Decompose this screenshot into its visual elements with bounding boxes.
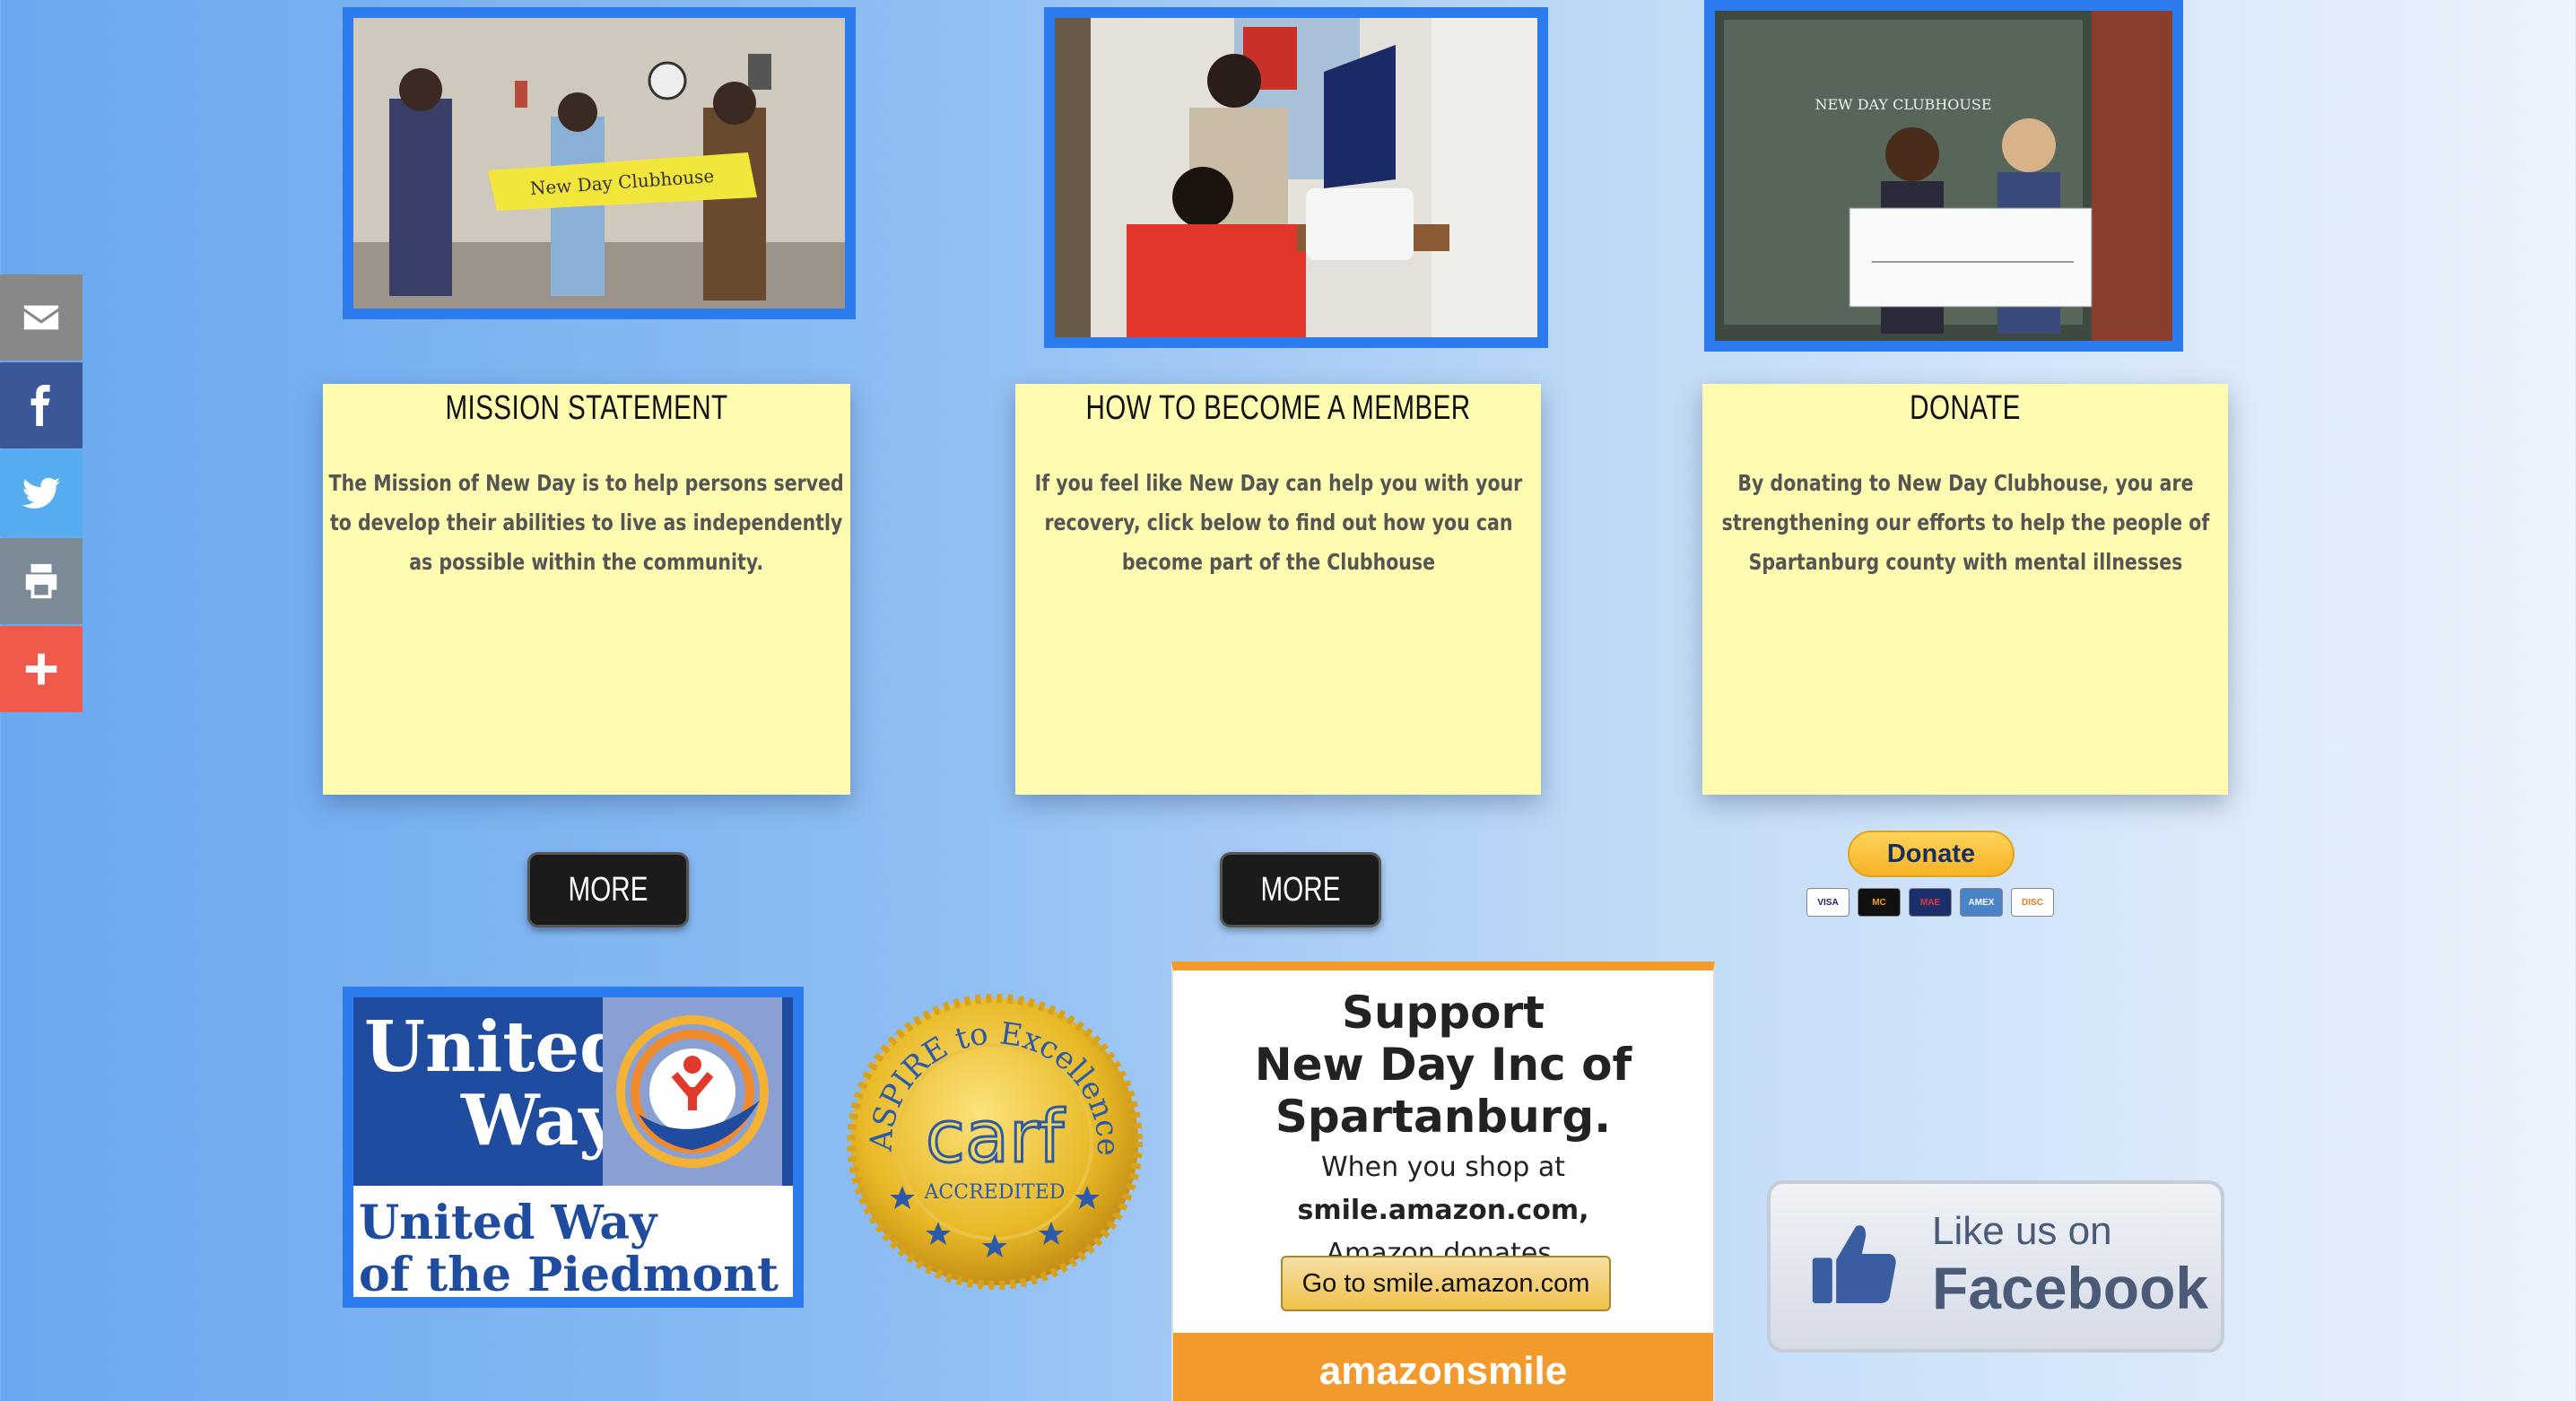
photo-banner-group: New Day Clubhouse: [343, 7, 856, 319]
card-donate: DONATE By donating to New Day Clubhouse,…: [1702, 384, 2228, 795]
discover-icon: DISC: [2011, 888, 2054, 917]
amazon-heading-1: Support: [1341, 987, 1545, 1039]
twitter-icon: [22, 477, 61, 509]
united-way-word2: Way: [461, 1080, 620, 1162]
clubhouse-sign-text: NEW DAY CLUBHOUSE: [1815, 96, 1991, 113]
share-facebook-button[interactable]: [0, 362, 83, 448]
united-way-name-line1: United Way: [359, 1196, 657, 1250]
facebook-like-line1: Like us on: [1932, 1209, 2112, 1253]
card-title: MISSION STATEMENT: [445, 389, 728, 427]
card-body: If you feel like New Day can help you wi…: [1034, 470, 1522, 575]
amazon-heading-3: Spartanburg.: [1275, 1091, 1612, 1143]
button-label: MORE: [1260, 870, 1341, 909]
photo-sewing: [1044, 7, 1548, 348]
card-body: The Mission of New Day is to help person…: [328, 470, 845, 575]
amazon-line1-pre: When you shop at: [1320, 1152, 1566, 1183]
photo-check-presentation: NEW DAY CLUBHOUSE: [1704, 0, 2183, 352]
amazon-heading-2: New Day Inc of: [1254, 1039, 1632, 1091]
amex-icon: AMEX: [1960, 888, 2003, 917]
share-twitter-button[interactable]: [0, 450, 83, 536]
printer-icon: [25, 563, 57, 599]
carf-accredited-text: ACCREDITED: [924, 1181, 1066, 1204]
payment-card-icons: VISA MC MAE AMEX DISC: [1806, 888, 2054, 917]
united-way-logo[interactable]: United Way United Way of the Piedmont: [343, 987, 804, 1308]
membership-more-button[interactable]: MORE: [1220, 852, 1381, 927]
card-body: By donating to New Day Clubhouse, you ar…: [1721, 470, 2209, 575]
thumbs-up-icon: [1812, 1225, 1896, 1303]
amazon-smile-logo: amazonsmile: [1318, 1349, 1568, 1393]
go-to-smile-button[interactable]: Go to smile.amazon.com: [1281, 1256, 1611, 1311]
amazon-line1-bold: smile.amazon.com,: [1297, 1195, 1589, 1226]
plus-icon: [25, 653, 57, 685]
button-label: Donate: [1886, 839, 1976, 868]
share-print-button[interactable]: [0, 538, 83, 624]
card-title: HOW TO BECOME A MEMBER: [1085, 389, 1471, 427]
envelope-icon: [23, 305, 59, 330]
mastercard-icon: MC: [1858, 888, 1901, 917]
amazon-smile-widget: Support New Day Inc of Spartanburg. When…: [1171, 962, 1715, 1401]
united-way-hand-icon: [603, 997, 782, 1186]
share-email-button[interactable]: [0, 274, 83, 361]
amazon-smile-footer: amazonsmile: [1173, 1333, 1713, 1401]
share-more-button[interactable]: [0, 626, 83, 712]
united-way-word1: United: [364, 1006, 629, 1088]
carf-name: carf: [926, 1095, 1066, 1179]
like-us-on-facebook-button[interactable]: Like us on Facebook: [1767, 1180, 2224, 1353]
united-way-top: United Way: [353, 997, 793, 1186]
visa-icon: VISA: [1806, 888, 1849, 917]
card-mission: MISSION STATEMENT The Mission of New Day…: [323, 384, 850, 795]
facebook-icon: [30, 385, 50, 426]
card-title: DONATE: [1910, 389, 2021, 427]
card-membership: HOW TO BECOME A MEMBER If you feel like …: [1015, 384, 1541, 795]
united-way-name-line2: of the Piedmont: [359, 1248, 779, 1302]
facebook-like-line2: Facebook: [1932, 1255, 2209, 1321]
button-label: MORE: [568, 870, 648, 909]
maestro-icon: MAE: [1909, 888, 1952, 917]
paypal-donate-button[interactable]: Donate: [1848, 831, 2015, 877]
mission-more-button[interactable]: MORE: [527, 852, 689, 927]
carf-accredited-seal[interactable]: ASPIRE to Excellence carf ACCREDITED: [840, 987, 1150, 1297]
button-label: Go to smile.amazon.com: [1301, 1268, 1590, 1298]
